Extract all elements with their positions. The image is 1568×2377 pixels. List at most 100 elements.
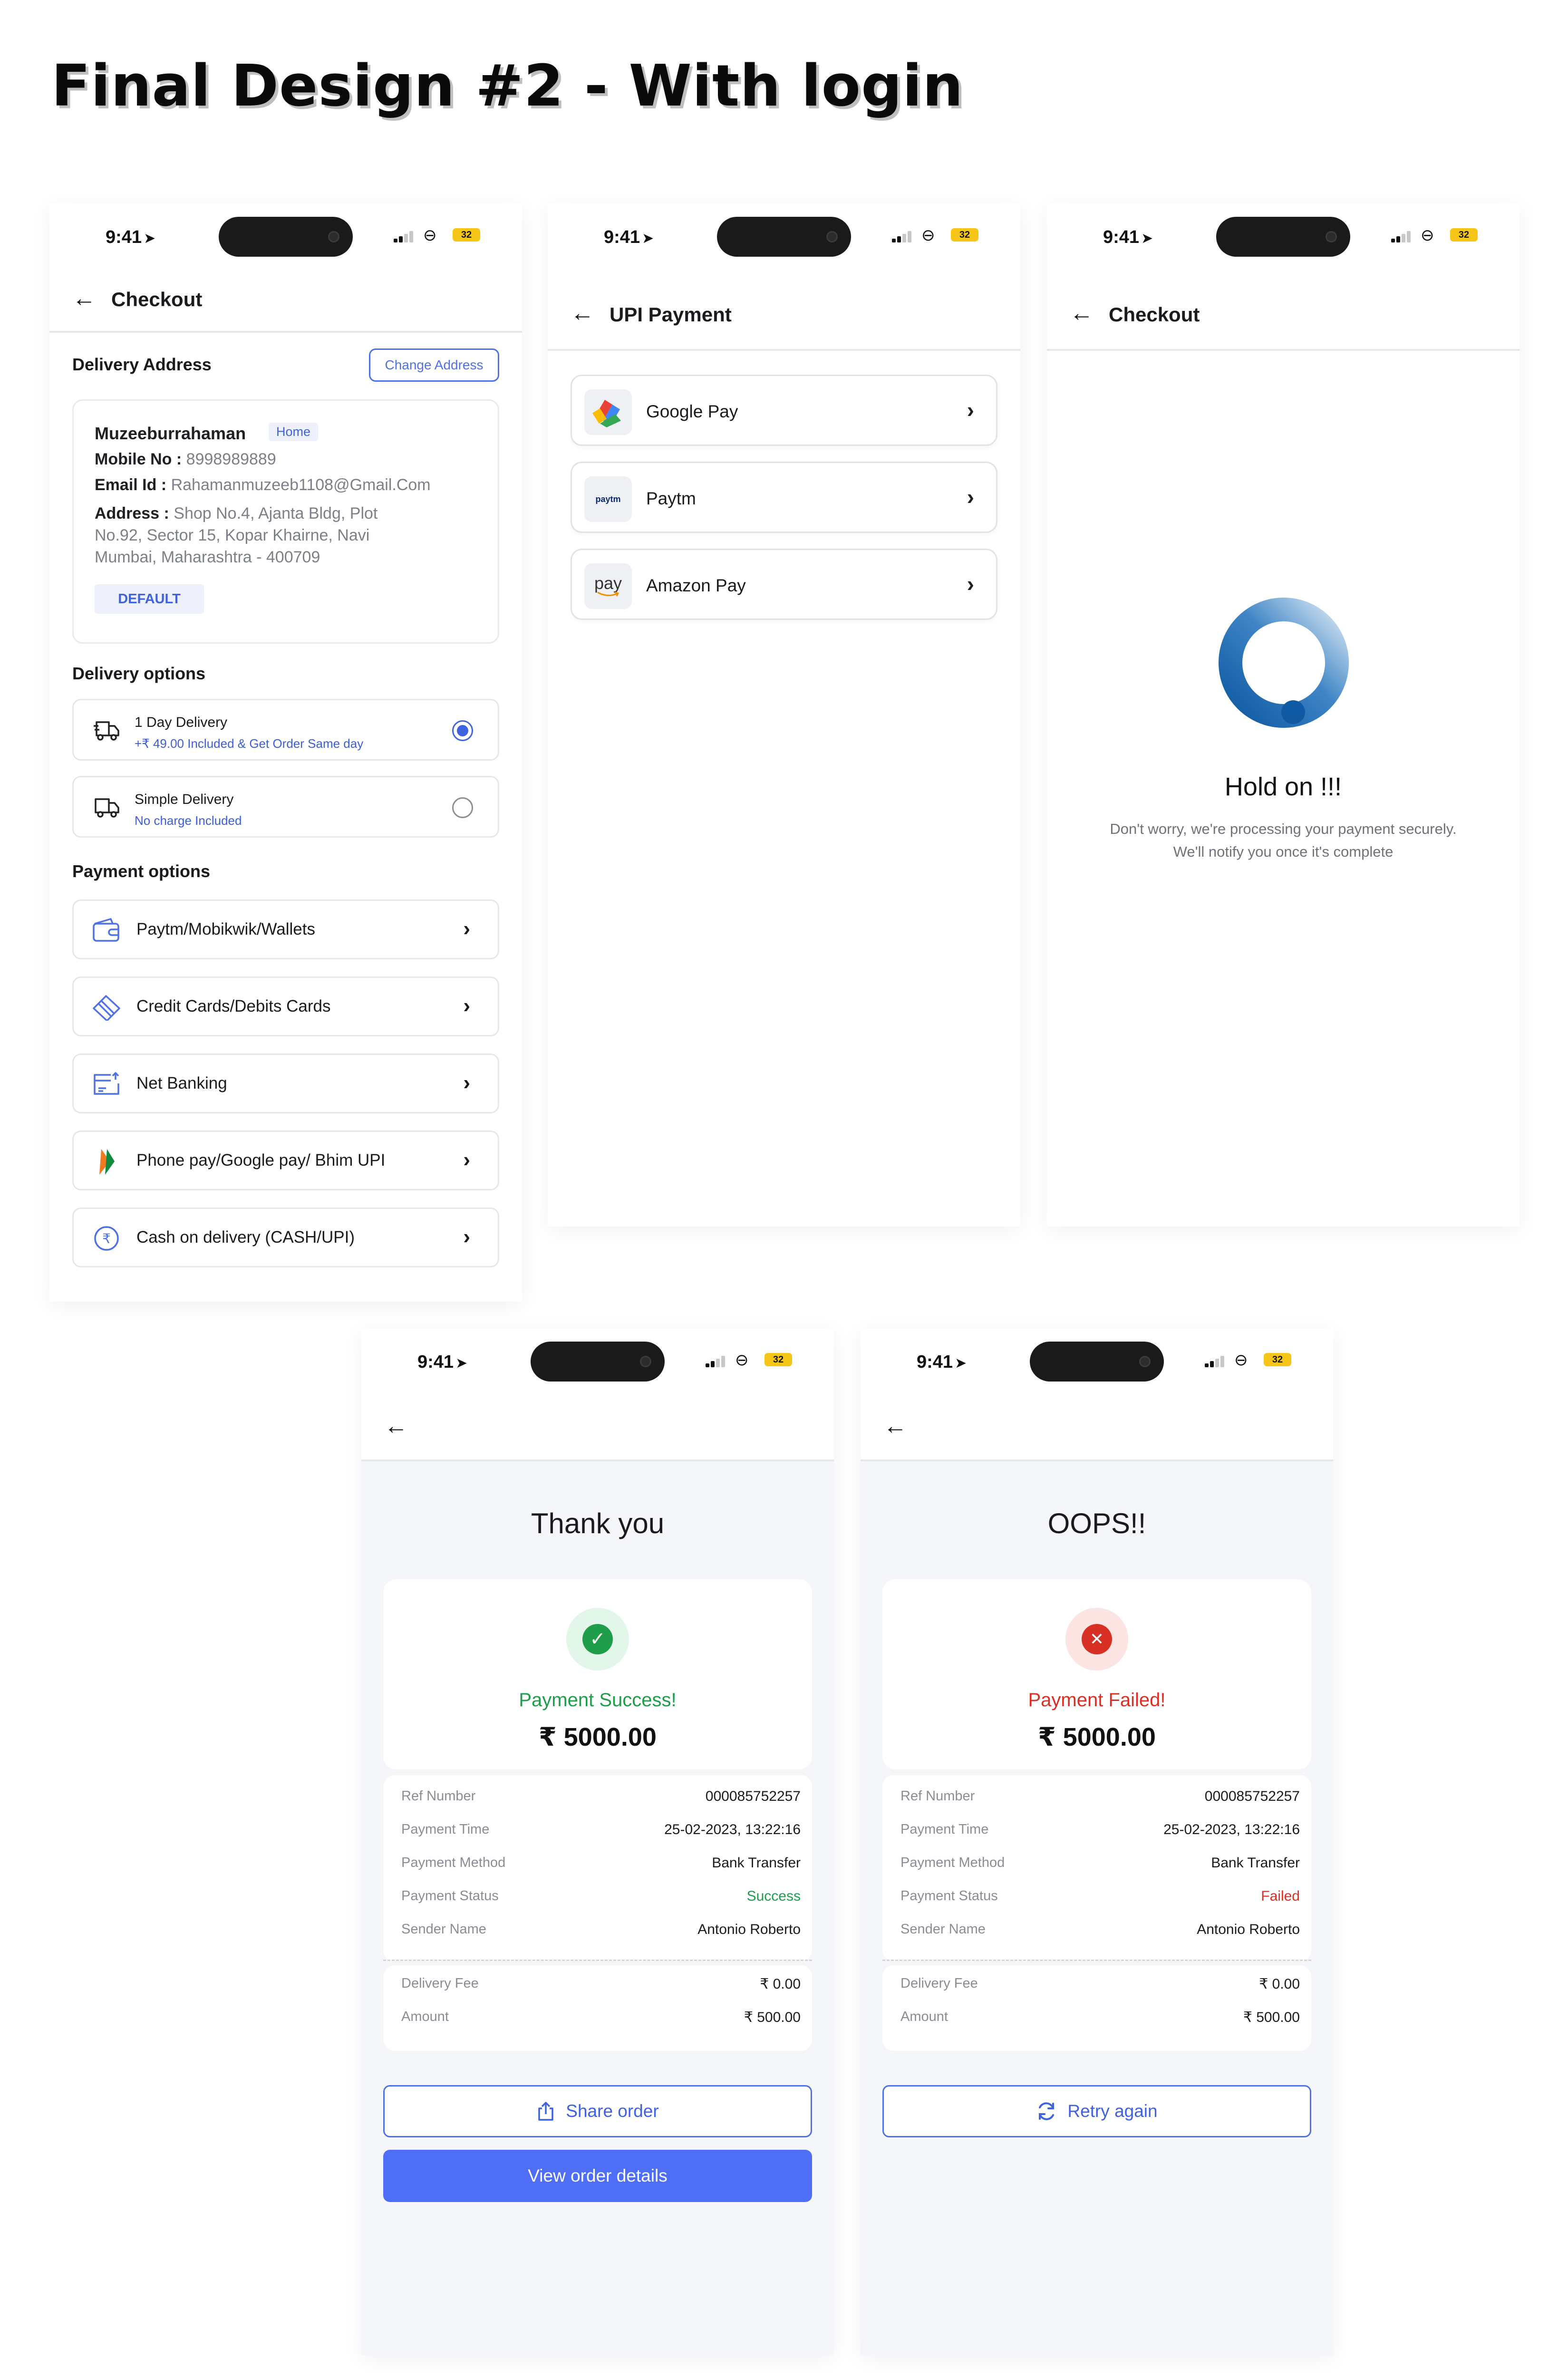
detail-row: Sender Name Antonio Roberto [401, 1922, 801, 1941]
status-value-success: Success [746, 1888, 801, 1904]
bhim-upi-icon [99, 1149, 115, 1175]
status-time: 9:41 ➤ [417, 1352, 468, 1372]
link-icon: ⊖ [1421, 226, 1434, 244]
chevron-right-icon: › [463, 1148, 470, 1171]
payment-option-wallets[interactable]: Paytm/Mobikwik/Wallets › [72, 899, 499, 959]
address-row: Address : Shop No.4, Ajanta Bldg, Plot N… [95, 502, 484, 568]
detail-value: 25-02-2023, 13:22:16 [664, 1822, 801, 1837]
chevron-right-icon: › [463, 994, 470, 1017]
fee-key: Delivery Fee [900, 1976, 978, 1991]
svg-text:₹: ₹ [102, 1231, 111, 1246]
fee-row: Amount ₹ 500.00 [401, 2009, 801, 2028]
battery-icon: 32 [1264, 1353, 1291, 1366]
page-title: Checkout [111, 288, 203, 310]
processing-message-1: Don't worry, we're processing your payme… [1110, 821, 1457, 837]
detail-row: Payment Status Failed [900, 1888, 1300, 1907]
share-icon [538, 2102, 554, 2121]
share-order-button[interactable]: Share order [383, 2085, 812, 2137]
status-bar: 9:41 ➤ ⊖ 32 [49, 203, 522, 275]
back-arrow-icon[interactable]: ← [883, 1414, 907, 1438]
delivery-option-subtitle: +₹ 49.00 Included & Get Order Same day [135, 736, 364, 751]
location-arrow-icon: ➤ [955, 1355, 967, 1371]
payment-amount: ₹ 5000.00 [1038, 1723, 1156, 1751]
top-navbar: ← [861, 1390, 1333, 1461]
upi-payment-screen: 9:41 ➤ ⊖ 32 ← UPI Payment Google Pay › pa… [548, 203, 1020, 1227]
payment-option-netbanking[interactable]: Net Banking › [72, 1053, 499, 1113]
delivery-option-simple[interactable]: Simple Delivery No charge Included [72, 776, 499, 838]
processing-screen: 9:41 ➤ ⊖ 32 ← Checkout Hold on !!! Don't … [1047, 203, 1520, 1227]
chevron-right-icon: › [967, 397, 974, 422]
radio-selected[interactable] [452, 720, 473, 741]
payment-option-label: Phone pay/Google pay/ Bhim UPI [136, 1151, 386, 1169]
link-icon: ⊖ [423, 226, 437, 244]
processing-message-2: We'll notify you once it's complete [1173, 843, 1394, 860]
payment-status-text: Payment Failed! [1028, 1690, 1166, 1710]
dynamic-island [219, 217, 353, 257]
radio-unselected[interactable] [452, 797, 473, 818]
battery-icon: 32 [765, 1353, 792, 1366]
link-icon: ⊖ [735, 1351, 749, 1369]
status-value-failed: Failed [1261, 1888, 1300, 1904]
detail-key: Payment Status [401, 1888, 499, 1904]
back-arrow-icon[interactable]: ← [1070, 301, 1094, 325]
view-order-details-button[interactable]: View order details [383, 2150, 812, 2202]
detail-value: 000085752257 [705, 1788, 801, 1804]
payment-option-upi[interactable]: Phone pay/Google pay/ Bhim UPI › [72, 1131, 499, 1190]
detail-key: Sender Name [401, 1922, 486, 1937]
dashed-divider [383, 1960, 812, 1961]
location-arrow-icon: ➤ [1141, 231, 1153, 246]
rupee-icon: ₹ [94, 1226, 119, 1251]
location-arrow-icon: ➤ [144, 231, 156, 246]
upi-option-amazon-pay[interactable]: pay Amazon Pay › [571, 549, 997, 620]
mobile-row: Mobile No : 8998989889 [95, 450, 276, 469]
delivery-option-one-day[interactable]: 1 Day Delivery +₹ 49.00 Included & Get O… [72, 699, 499, 761]
payment-option-label: Paytm/Mobikwik/Wallets [136, 920, 315, 938]
upi-option-paytm[interactable]: paytm Paytm › [571, 462, 997, 533]
page-title: UPI Payment [610, 303, 732, 326]
top-navbar: ← Checkout [1047, 265, 1520, 351]
failed-badge: ✕ [1065, 1608, 1128, 1671]
location-arrow-icon: ➤ [455, 1355, 468, 1371]
payment-option-cards[interactable]: Credit Cards/Debits Cards › [72, 976, 499, 1036]
change-address-button[interactable]: Change Address [369, 348, 499, 382]
address-line-2: No.92, Sector 15, Kopar Khairne, Navi [95, 526, 370, 544]
retry-again-button[interactable]: Retry again [882, 2085, 1311, 2137]
default-badge: DEFAULT [95, 584, 204, 614]
upi-option-label: Google Pay [646, 402, 738, 421]
chevron-right-icon: › [463, 1225, 470, 1248]
detail-row: Ref Number 000085752257 [401, 1788, 801, 1807]
payment-option-cod[interactable]: ₹ Cash on delivery (CASH/UPI) › [72, 1208, 499, 1267]
retry-again-label: Retry again [1067, 2101, 1158, 2121]
detail-value: Bank Transfer [712, 1855, 801, 1871]
payment-failed-screen: 9:41 ➤ ⊖ 32 ← OOPS!! ✕ Payment Failed! ₹ … [861, 1328, 1333, 2355]
mobile-label: Mobile No : [95, 450, 182, 468]
top-navbar: ← [361, 1390, 834, 1461]
chevron-right-icon: › [967, 571, 974, 596]
result-title: OOPS!! [1047, 1507, 1146, 1539]
detail-row: Payment Time 25-02-2023, 13:22:16 [900, 1822, 1300, 1841]
payment-amount: ₹ 5000.00 [539, 1723, 657, 1751]
chevron-right-icon: › [463, 917, 470, 940]
fee-key: Delivery Fee [401, 1976, 479, 1991]
signal-icon [892, 231, 911, 242]
back-arrow-icon[interactable]: ← [72, 286, 96, 310]
mobile-value: 8998989889 [186, 450, 276, 468]
detail-value: Antonio Roberto [1197, 1922, 1300, 1937]
truck-icon [95, 798, 119, 818]
fee-row: Delivery Fee ₹ 0.00 [401, 1976, 801, 1995]
paytm-icon: paytm [584, 476, 632, 522]
back-arrow-icon[interactable]: ← [571, 301, 594, 325]
detail-key: Payment Time [900, 1822, 989, 1837]
detail-key: Sender Name [900, 1922, 986, 1937]
fee-value: ₹ 0.00 [760, 1976, 801, 1992]
status-bar: 9:41 ➤ ⊖ 32 [548, 203, 1020, 275]
upi-option-google-pay[interactable]: Google Pay › [571, 375, 997, 446]
page-title: Checkout [1109, 303, 1200, 326]
battery-icon: 32 [951, 228, 978, 242]
wallet-icon [93, 918, 119, 942]
payment-success-screen: 9:41 ➤ ⊖ 32 ← Thank you ✓ Payment Success… [361, 1328, 834, 2355]
detail-key: Payment Status [900, 1888, 998, 1904]
top-navbar: ← Checkout [49, 266, 522, 333]
back-arrow-icon[interactable]: ← [384, 1414, 408, 1438]
truck-fast-icon [94, 721, 119, 741]
